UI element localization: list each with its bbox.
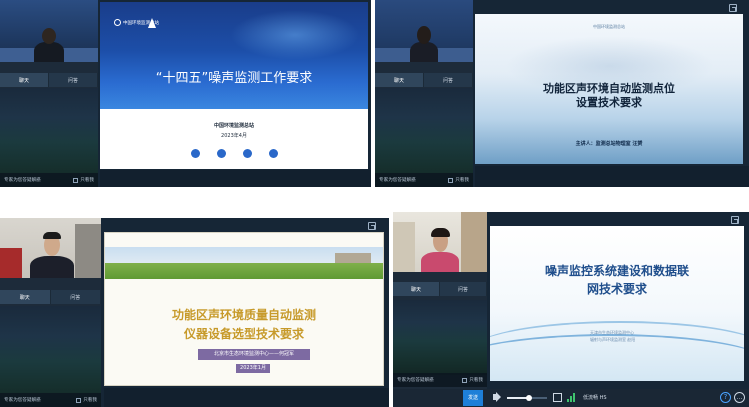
slide-title-line1: 噪声监控系统建设和数据联 [544, 264, 689, 278]
volume-slider[interactable] [507, 395, 547, 401]
signal-icon [567, 393, 575, 402]
tab-chat[interactable]: 聊天 [0, 290, 51, 304]
sun-icon [191, 149, 200, 158]
slide-title-line2: 设置技术要求 [576, 96, 642, 109]
slide: 中国环境监测总站 “十四五”噪声监测工作要求 中国环境监测总站 2023年4月 [100, 2, 368, 169]
footer-hint: 专家为您答疑解惑 [379, 178, 416, 183]
slide-subtitle: 中国环境监测总站 [213, 123, 254, 129]
panel-top-left: 聊天 问答 专家为您答疑解惑 只看我 中国环境监测总站 “十四五”噪声监测工作要… [0, 0, 371, 187]
speaker-video [0, 0, 98, 62]
slide-title-line2: 网技术要求 [586, 282, 647, 296]
tab-qa[interactable]: 问答 [51, 290, 101, 304]
more-icon[interactable]: … [734, 392, 745, 403]
tab-chat[interactable]: 聊天 [375, 73, 424, 87]
tab-qa[interactable]: 问答 [424, 73, 473, 87]
panel-bottom-right: 聊天 问答 专家为您答疑解惑 只看我 噪声监控系统建设和数据联 网技术要求 天津… [393, 212, 749, 407]
sidebar-footer: 专家为您答疑解惑 只看我 [0, 393, 101, 407]
sidebar-footer: 专家为您答疑解惑 只看我 [375, 173, 473, 187]
sidebar-background [393, 300, 487, 375]
tab-qa[interactable]: 问答 [440, 282, 487, 296]
panel-top-right: 聊天 问答 专家为您答疑解惑 只看我 中国环境监测总站 功能区声环境自动监测点位… [375, 0, 749, 187]
speaker-video [0, 218, 101, 278]
footer-hint: 专家为您答疑解惑 [4, 178, 41, 183]
expand-icon[interactable] [368, 222, 376, 230]
speed-label[interactable]: 低流畅 HS [583, 394, 607, 401]
sidebar: 聊天 问答 专家为您答疑解惑 只看我 [393, 212, 487, 407]
speaker-video [375, 0, 473, 62]
leaf-icon [217, 149, 226, 158]
slide-title: “十四五”噪声监测工作要求 [155, 71, 313, 86]
water-icon [243, 149, 252, 158]
sidebar-background [0, 306, 101, 407]
earth-icon [269, 149, 278, 158]
logo-icon [114, 19, 121, 26]
sidebar: 聊天 问答 专家为您答疑解惑 只看我 [0, 0, 98, 187]
slide-subtitle: 北京市生态环境监测中心——何冠军 [198, 349, 310, 360]
slide-title-line2: 仪器设备选型技术要求 [183, 327, 304, 341]
tab-chat[interactable]: 聊天 [393, 282, 440, 296]
help-icon[interactable]: ? [720, 392, 731, 403]
slide: 功能区声环境质量自动监测 仪器设备选型技术要求 北京市生态环境监测中心——何冠军… [104, 232, 384, 386]
volume-knob[interactable] [526, 395, 532, 401]
panel-bottom-left: 聊天 问答 专家为您答疑解惑 只看我 功能区声环境质量自动监测 仪器设备选型技术… [0, 218, 389, 407]
only-me-checkbox[interactable]: 只看我 [462, 377, 483, 383]
volume-icon-cone [496, 392, 501, 402]
slide-title-line1: 功能区声环境质量自动监测 [171, 308, 316, 322]
slide-sub1: 天津市生态环境监测中心 [590, 330, 634, 335]
screen-share-icon[interactable] [553, 393, 562, 402]
slide: 噪声监控系统建设和数据联 网技术要求 天津市生态环境监测中心 辐射与声环境监测室… [490, 226, 744, 381]
control-bar: 发送 低流畅 HS ? … [393, 389, 749, 407]
slide-date: 2023年4月 [221, 133, 247, 139]
sidebar: 聊天 问答 专家为您答疑解惑 只看我 [375, 0, 473, 187]
tab-qa[interactable]: 问答 [49, 73, 98, 87]
slide-bottom-bar [104, 388, 389, 407]
sidebar: 聊天 问答 专家为您答疑解惑 只看我 [0, 218, 101, 407]
sidebar-footer: 专家为您答疑解惑 只看我 [393, 373, 487, 387]
sidebar-footer: 专家为您答疑解惑 只看我 [0, 173, 98, 187]
slide-bottom-bar [475, 166, 749, 187]
expand-icon[interactable] [729, 4, 737, 12]
send-button[interactable]: 发送 [463, 390, 483, 406]
expand-icon[interactable] [731, 216, 739, 224]
footer-hint: 专家为您答疑解惑 [4, 398, 41, 403]
speaker-video [393, 212, 487, 272]
only-me-checkbox[interactable]: 只看我 [73, 177, 94, 183]
only-me-checkbox[interactable]: 只看我 [448, 177, 469, 183]
slide-speaker: 主讲人：监测总站物理室 汪赟 [575, 141, 643, 147]
slide-date: 2023年1月 [236, 364, 270, 373]
slide-sub2: 辐射与声环境监测室 赵阳 [590, 337, 636, 342]
slide-bottom-bar [100, 170, 371, 187]
tab-chat[interactable]: 聊天 [0, 73, 49, 87]
footer-hint: 专家为您答疑解惑 [397, 378, 434, 383]
only-me-checkbox[interactable]: 只看我 [76, 397, 97, 403]
slide-org: 中国环境监测总站 [593, 24, 625, 29]
tree-icon [148, 18, 156, 28]
slide: 中国环境监测总站 功能区声环境自动监测点位 设置技术要求 主讲人：监测总站物理室… [475, 14, 743, 164]
